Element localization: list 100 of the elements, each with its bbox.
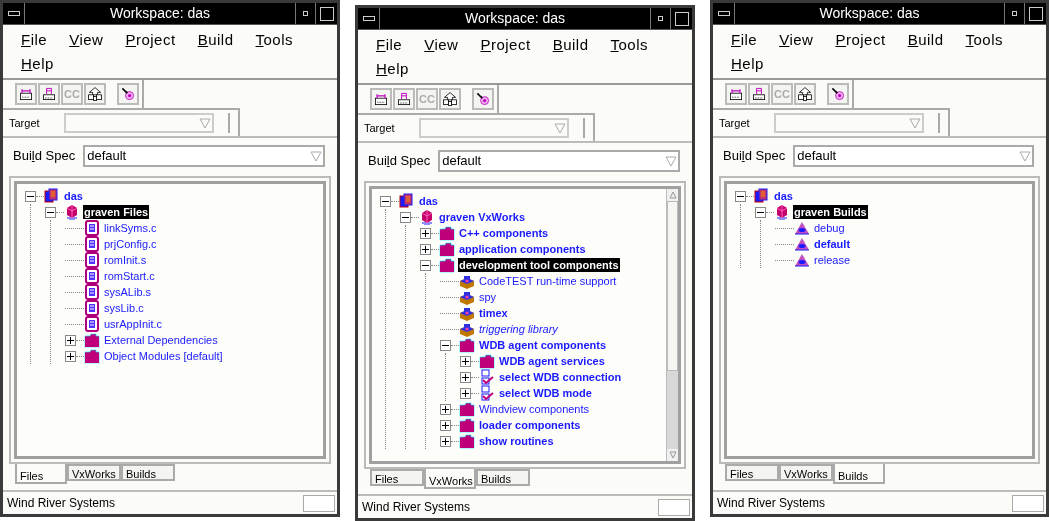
tree-item[interactable]: das [773,189,794,203]
tab[interactable]: Files [370,469,424,486]
tree-item[interactable]: Object Modules [default] [103,349,224,363]
tree-item[interactable]: spy [478,290,498,304]
toolbar-button[interactable] [117,83,139,105]
toolbar-button[interactable] [393,88,415,110]
menu-item[interactable]: Project [480,33,531,57]
toolbar-button[interactable] [725,83,747,105]
expand-toggle[interactable] [460,371,471,383]
menu-item[interactable]: Help [376,57,409,81]
menu-item[interactable]: View [69,28,104,52]
toolbar-button[interactable] [84,83,106,105]
tree-item[interactable]: release [813,253,852,267]
menu-item[interactable]: Help [731,52,764,76]
scrollbar[interactable] [666,189,678,461]
tree-item[interactable]: sysALib.s [103,285,153,299]
menu-item[interactable]: Tools [255,28,294,52]
menu-item[interactable]: Project [125,28,176,52]
tree-item[interactable]: select WDB mode [498,386,593,400]
tab[interactable]: Builds [833,464,885,484]
tree-item[interactable]: romStart.c [103,269,156,283]
tree-item[interactable]: linkSyms.c [103,221,158,235]
tree-item[interactable]: usrAppInit.c [103,317,164,331]
expand-toggle[interactable] [440,403,451,415]
tree-item[interactable]: development tool components [458,258,620,272]
tree-item[interactable]: das [63,189,84,203]
collapse-toggle[interactable] [440,339,451,351]
toolbar-button[interactable] [794,83,816,105]
tree-item[interactable]: CodeTEST run-time support [478,274,618,288]
toolbar-button[interactable] [439,88,461,110]
build-spec-dropdown[interactable]: default [438,150,680,172]
menu-item[interactable]: View [779,28,814,52]
tree-item[interactable]: sysLib.c [103,301,145,315]
tree-item[interactable]: prjConfig.c [103,237,158,251]
collapse-toggle[interactable] [45,206,56,218]
menu-item[interactable]: File [21,28,48,52]
tree-item[interactable]: default [813,237,852,251]
tree-item[interactable]: graven Builds [793,205,868,219]
tab[interactable]: VxWorks [424,469,476,489]
tree-item[interactable]: WDB agent services [498,354,606,368]
tree-item[interactable]: graven Files [83,205,150,219]
tree-item[interactable]: loader components [478,418,582,432]
tab[interactable]: Files [15,464,67,484]
tree-item[interactable]: das [418,194,439,208]
tab[interactable]: VxWorks [67,464,121,481]
toolbar-button[interactable] [748,83,770,105]
plus-icon [441,420,450,430]
folder-icon [84,348,100,364]
tree-item[interactable]: debug [813,221,846,235]
menu-item[interactable]: Build [552,33,589,57]
build-spec-dropdown[interactable]: default [793,145,1034,167]
expand-toggle[interactable] [460,387,471,399]
maximize-button[interactable] [315,3,337,24]
expand-toggle[interactable] [65,350,76,362]
toolbar-button[interactable] [827,83,849,105]
toolbar-button[interactable] [38,83,60,105]
collapse-toggle[interactable] [25,190,36,202]
tab[interactable]: VxWorks [779,464,833,481]
toolbar-button[interactable] [15,83,37,105]
tree-item[interactable]: show routines [478,434,555,448]
tree-item[interactable]: select WDB connection [498,370,623,384]
collapse-toggle[interactable] [420,259,431,271]
tree-item[interactable]: Windview components [478,402,591,416]
maximize-button[interactable] [1024,3,1046,24]
plus-icon [461,356,470,366]
menu-item[interactable]: Help [21,52,54,76]
expand-toggle[interactable] [440,419,451,431]
collapse-toggle[interactable] [400,211,411,223]
collapse-toggle[interactable] [735,190,746,202]
expand-toggle[interactable] [420,227,431,239]
menu-item[interactable]: Tools [965,28,1004,52]
tree-item[interactable]: C++ components [458,226,550,240]
tree-item[interactable]: triggering library [478,322,559,336]
maximize-button[interactable] [670,8,692,29]
toolbar-button[interactable] [472,88,494,110]
menu-item[interactable]: File [731,28,758,52]
menu-item[interactable]: Build [907,28,944,52]
tab[interactable]: Builds [476,469,530,486]
toolbar-button[interactable] [370,88,392,110]
menu-item[interactable]: View [424,33,459,57]
menu-item[interactable]: Build [197,28,234,52]
menu-item[interactable]: Project [835,28,886,52]
menu-item[interactable]: Tools [610,33,649,57]
tree-item[interactable]: timex [478,306,509,320]
tab[interactable]: Files [725,464,779,481]
expand-toggle[interactable] [460,355,471,367]
expand-toggle[interactable] [420,243,431,255]
tree-item[interactable]: romInit.s [103,253,148,267]
tab[interactable]: Builds [121,464,175,481]
collapse-toggle[interactable] [755,206,766,218]
menu-item[interactable]: File [376,33,403,57]
expand-toggle[interactable] [65,334,76,346]
build-spec-dropdown[interactable]: default [83,145,325,167]
expand-toggle[interactable] [440,435,451,447]
tree-item[interactable]: WDB agent components [478,338,608,352]
tree-item[interactable]: application components [458,242,587,256]
scrollbar-thumb[interactable] [667,201,678,371]
tree-item[interactable]: External Dependencies [103,333,219,347]
tree-item[interactable]: graven VxWorks [438,210,526,224]
collapse-toggle[interactable] [380,195,391,207]
